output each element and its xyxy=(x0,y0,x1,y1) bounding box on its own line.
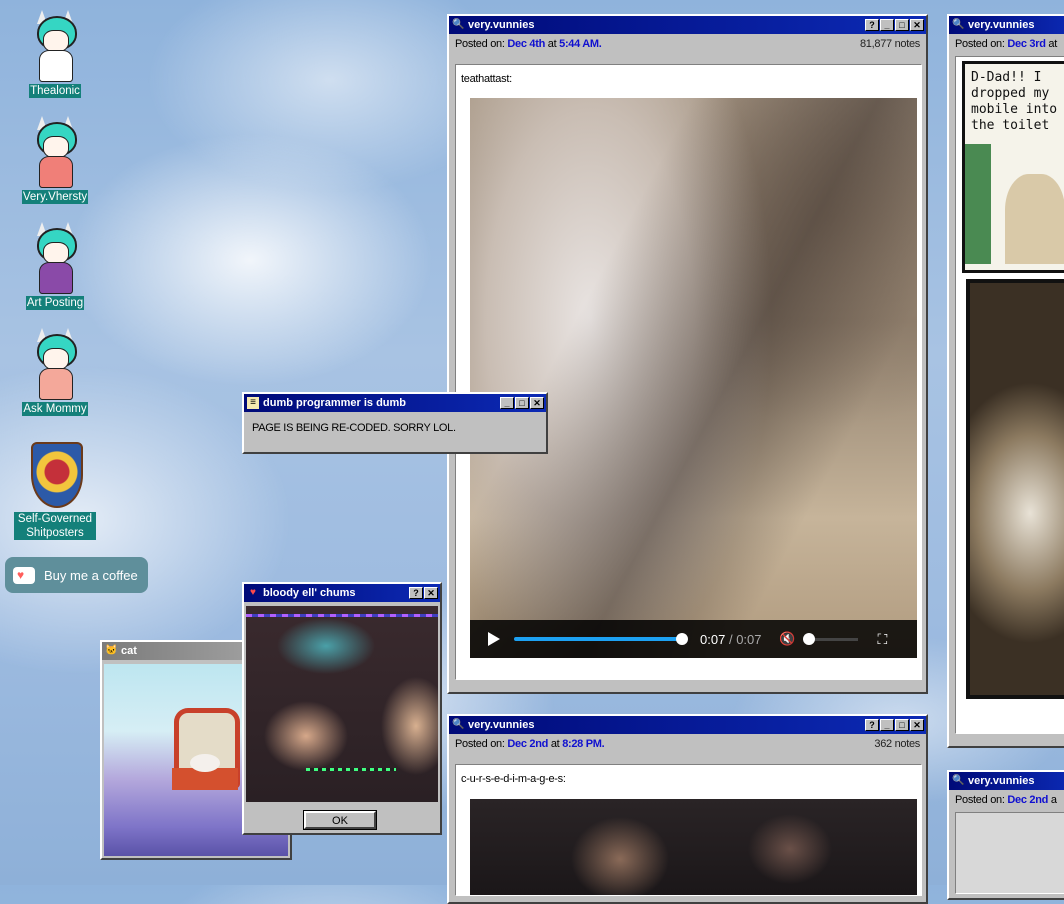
magnifier-icon: 🔍 xyxy=(952,775,965,786)
coffee-button-label: Buy me a coffee xyxy=(44,567,138,583)
window-title: dumb programmer is dumb xyxy=(263,397,407,409)
desktop-icon-very-vhersty[interactable]: Very.Vhersty xyxy=(10,116,100,204)
post-time[interactable]: 8:28 PM. xyxy=(562,738,605,750)
notes-count[interactable]: 362 notes xyxy=(874,738,920,750)
toilet-photo xyxy=(966,279,1064,699)
desktop-icon-label: Self-Governed Shitposters xyxy=(14,512,96,540)
play-icon[interactable] xyxy=(488,632,500,646)
maximize-button[interactable]: □ xyxy=(895,19,909,31)
window-titlebar[interactable]: ♥ bloody ell' chums ? ✕ xyxy=(244,584,440,602)
desktop-icon-self-governed-shitposters[interactable]: Self-Governed Shitposters xyxy=(10,438,100,540)
desktop-icon-thealonic[interactable]: Thealonic xyxy=(10,10,100,98)
post-window-2[interactable]: 🔍 very.vunnies ? _ □ ✕ Posted on: Dec 2n… xyxy=(447,714,928,904)
post-info: Posted on: Dec 2nd at 8:28 PM. 362 notes xyxy=(455,738,920,750)
post-body: D-Dad!! I dropped my mobile into the toi… xyxy=(955,56,1064,734)
post-body xyxy=(955,812,1064,894)
post-date[interactable]: Dec 2nd xyxy=(507,738,548,750)
post-caption[interactable]: c-u-r-s-e-d-i-m-a-g-e-s: xyxy=(456,765,921,785)
window-title: bloody ell' chums xyxy=(263,587,356,599)
maximize-button[interactable]: □ xyxy=(895,719,909,731)
window-titlebar[interactable]: 🔍 very.vunnies ? _ □ ✕ xyxy=(449,716,926,734)
post-info: Posted on: Dec 2nd a xyxy=(955,794,1057,806)
mute-icon[interactable]: 🔇 xyxy=(778,631,798,647)
post-window-3[interactable]: 🔍 very.vunnies Posted on: Dec 3rd at D-D… xyxy=(947,14,1064,748)
window-titlebar[interactable]: 🔍 very.vunnies ? _ □ ✕ xyxy=(449,16,926,34)
buy-me-a-coffee-button[interactable]: Buy me a coffee xyxy=(5,557,148,593)
video-seekbar[interactable] xyxy=(514,633,688,645)
chums-dialog[interactable]: ♥ bloody ell' chums ? ✕ OK xyxy=(242,582,442,835)
post-date[interactable]: Dec 4th xyxy=(507,38,545,50)
desktop-icon-label: Ask Mommy xyxy=(22,402,88,416)
window-title: very.vunnies xyxy=(968,775,1035,787)
comic-image: D-Dad!! I dropped my mobile into the toi… xyxy=(962,61,1064,273)
help-button[interactable]: ? xyxy=(865,719,879,731)
fullscreen-icon[interactable]: ⛶ xyxy=(878,631,888,648)
help-button[interactable]: ? xyxy=(409,587,423,599)
chums-gif xyxy=(246,606,438,802)
video-controls: 0:07 / 0:07 🔇 ⛶ xyxy=(470,620,917,658)
desktop-icon-label: Very.Vhersty xyxy=(21,190,89,204)
notepad-icon: ≡ xyxy=(247,397,259,409)
close-button[interactable]: ✕ xyxy=(530,397,544,409)
minimize-button[interactable]: _ xyxy=(880,19,894,31)
minimize-button[interactable]: _ xyxy=(500,397,514,409)
window-title: very.vunnies xyxy=(968,19,1035,31)
window-titlebar[interactable]: 🔍 very.vunnies xyxy=(949,772,1064,790)
post-date[interactable]: Dec 2nd xyxy=(1007,794,1048,806)
close-button[interactable]: ✕ xyxy=(910,19,924,31)
magnifier-icon: 🔍 xyxy=(452,719,465,730)
video-player[interactable]: 0:07 / 0:07 🔇 ⛶ xyxy=(470,98,917,658)
coat-of-arms-icon xyxy=(23,438,87,510)
desktop-icon-label: Art Posting xyxy=(25,296,85,310)
desktop-icon-label: Thealonic xyxy=(29,84,81,98)
post-info: Posted on: Dec 3rd at xyxy=(955,38,1057,50)
maximize-button[interactable]: □ xyxy=(515,397,529,409)
character-avatar-icon xyxy=(23,222,87,294)
close-button[interactable]: ✕ xyxy=(910,719,924,731)
magnifier-icon: 🔍 xyxy=(452,19,465,30)
character-avatar-icon xyxy=(23,116,87,188)
video-time: 0:07 / 0:07 xyxy=(700,631,762,647)
help-button[interactable]: ? xyxy=(865,19,879,31)
post-body: teathattast: 0:07 / 0:07 🔇 ⛶ xyxy=(455,64,922,680)
window-titlebar[interactable]: ≡ dumb programmer is dumb _ □ ✕ xyxy=(244,394,546,412)
post-photo xyxy=(470,799,917,895)
minimize-button[interactable]: _ xyxy=(880,719,894,731)
heart-icon: ♥ xyxy=(250,587,256,598)
window-title: very.vunnies xyxy=(468,19,535,31)
post-caption[interactable]: teathattast: xyxy=(456,65,921,85)
desktop-icon-art-posting[interactable]: Art Posting xyxy=(10,222,100,310)
cat-icon: 🐱 xyxy=(105,645,118,656)
close-button[interactable]: ✕ xyxy=(424,587,438,599)
coffee-cup-icon xyxy=(13,566,35,584)
volume-slider[interactable] xyxy=(802,632,858,645)
character-avatar-icon xyxy=(23,328,87,400)
desktop-icon-ask-mommy[interactable]: Ask Mommy xyxy=(10,328,100,416)
comic-speech-bubble: D-Dad!! I dropped my mobile into the toi… xyxy=(971,70,1058,133)
post-info: Posted on: Dec 4th at 5:44 AM. 81,877 no… xyxy=(455,38,920,50)
post-window-1[interactable]: 🔍 very.vunnies ? _ □ ✕ Posted on: Dec 4t… xyxy=(447,14,928,694)
post-date[interactable]: Dec 3rd xyxy=(1007,38,1046,50)
ok-button[interactable]: OK xyxy=(303,810,377,830)
post-body: c-u-r-s-e-d-i-m-a-g-e-s: xyxy=(455,764,922,896)
window-titlebar[interactable]: 🔍 very.vunnies xyxy=(949,16,1064,34)
post-window-4[interactable]: 🔍 very.vunnies Posted on: Dec 2nd a xyxy=(947,770,1064,900)
magnifier-icon: 🔍 xyxy=(952,19,965,30)
character-avatar-icon xyxy=(23,10,87,82)
programmer-dialog[interactable]: ≡ dumb programmer is dumb _ □ ✕ PAGE IS … xyxy=(242,392,548,454)
notes-count[interactable]: 81,877 notes xyxy=(860,38,920,50)
window-title: very.vunnies xyxy=(468,719,535,731)
dialog-message: PAGE IS BEING RE-CODED. SORRY LOL. xyxy=(252,422,456,434)
post-time[interactable]: 5:44 AM. xyxy=(559,38,602,50)
